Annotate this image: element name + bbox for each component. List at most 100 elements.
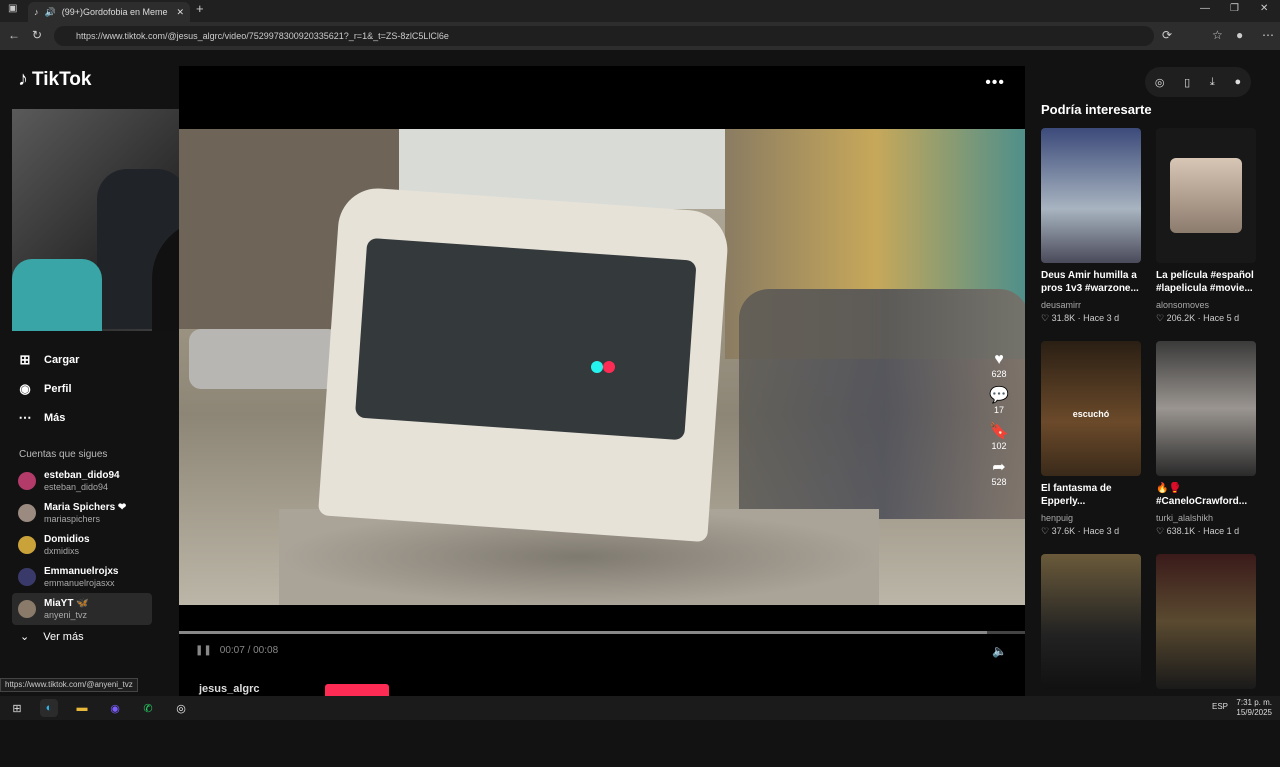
nav-upload[interactable]: ⊞ Cargar: [18, 345, 158, 374]
following-account[interactable]: Emmanuelrojxs emmanuelrojasxx: [12, 561, 152, 593]
recommendations-title: Podría interesarte: [1041, 102, 1152, 117]
side-nav: ⊞ Cargar ◉ Perfil ⋯ Más: [18, 345, 158, 432]
heart-icon: ♥: [994, 351, 1004, 368]
share-icon: ➦: [992, 459, 1006, 476]
rec-card[interactable]: [1156, 554, 1256, 767]
loading-indicator: [591, 361, 615, 373]
bookmark-icon: 🔖: [989, 423, 1009, 440]
heart-outline-icon: ♡: [1156, 526, 1165, 536]
rec-card[interactable]: 🔥🥊 #CaneloCrawford... turki_alalshikh ♡ …: [1156, 341, 1256, 554]
url-field[interactable]: https://www.tiktok.com/@jesus_algrc/vide…: [54, 26, 1154, 46]
minimize-icon[interactable]: —: [1200, 3, 1210, 14]
profile-avatar-icon: ◉: [19, 380, 31, 396]
url-text: https://www.tiktok.com/@jesus_algrc/vide…: [76, 31, 449, 41]
close-tab-icon[interactable]: ✕: [176, 7, 184, 18]
speaker-icon[interactable]: 🔊: [45, 7, 56, 18]
following-account[interactable]: Maria Spichers ❤ mariaspichers: [12, 497, 152, 529]
follow-button[interactable]: [325, 684, 389, 696]
windows-start-icon[interactable]: ⊞: [8, 699, 26, 717]
author-name: jesus_algrc: [199, 683, 260, 695]
plus-square-icon: ⊞: [19, 351, 31, 367]
see-more-button[interactable]: ⌄ Ver más: [20, 630, 84, 644]
recommendations-grid: Deus Amir humilla a pros 1v3 #warzone...…: [1041, 128, 1271, 767]
tab-title: (99+)Gordofobia en Meme: [61, 7, 168, 17]
favorites-icon[interactable]: ☆: [1212, 28, 1223, 42]
back-icon[interactable]: ←: [8, 28, 20, 42]
refresh-icon[interactable]: ↻: [32, 28, 42, 42]
following-account[interactable]: MiaYT 🦋 anyeni_tvz: [12, 593, 152, 625]
windows-taskbar: ⊞ ◐ ▬ ◉ ✆ ◎ ESP 7:31 p. m. 15/9/2025: [0, 696, 1280, 720]
nav-more[interactable]: ⋯ Más: [18, 403, 158, 432]
app-icon[interactable]: ◉: [106, 699, 124, 717]
rec-thumbnail: [1041, 554, 1141, 689]
video-player[interactable]: ••• ♥ 628 💬 17 🔖 102 ➦ 528 ❚❚ 00:07 / 00…: [179, 66, 1025, 696]
status-url: https://www.tiktok.com/@anyeni_tvz: [0, 678, 138, 692]
bookmark-button[interactable]: 🔖 102: [989, 423, 1009, 451]
action-bar: ♥ 628 💬 17 🔖 102 ➦ 528: [987, 351, 1011, 495]
more-dots-icon: ⋯: [18, 409, 32, 425]
time-display: 00:07 / 00:08: [219, 645, 279, 656]
download-icon[interactable]: ⤓: [1210, 76, 1215, 89]
like-button[interactable]: ♥ 628: [991, 351, 1006, 379]
tiktok-logo[interactable]: ♪ TikTok: [18, 68, 91, 91]
rec-thumbnail: [1156, 554, 1256, 689]
avatar: [18, 568, 36, 586]
rec-thumbnail: [1041, 128, 1141, 263]
system-clock[interactable]: 7:31 p. m. 15/9/2025: [1236, 698, 1272, 718]
pause-icon[interactable]: ❚❚: [195, 645, 212, 656]
explore-icon[interactable]: ◎: [1155, 76, 1165, 89]
nav-profile[interactable]: ◉ Perfil: [18, 374, 158, 403]
avatar: [18, 504, 36, 522]
profile-icon[interactable]: ●: [1236, 28, 1243, 42]
user-avatar[interactable]: ●: [1234, 76, 1241, 88]
rec-thumbnail: [1156, 128, 1256, 263]
progress-bar[interactable]: [179, 631, 1025, 634]
avatar: [18, 472, 36, 490]
whatsapp-icon[interactable]: ✆: [139, 699, 157, 717]
share-button[interactable]: ➦ 528: [991, 459, 1006, 487]
obs-icon[interactable]: ◎: [172, 699, 190, 717]
browser-tab-strip: ▣ ♪ 🔊 (99+)Gordofobia en Meme ✕ + — ❐ ✕: [0, 0, 1280, 22]
tiktok-favicon-icon: ♪: [34, 7, 39, 17]
video-frame[interactable]: [179, 129, 1025, 605]
tab-actions-icon[interactable]: ▣: [8, 3, 17, 14]
heart-outline-icon: ♡: [1041, 313, 1050, 323]
heart-outline-icon: ♡: [1041, 526, 1050, 536]
edge-icon[interactable]: ◐: [40, 699, 58, 717]
browser-tab[interactable]: ♪ 🔊 (99+)Gordofobia en Meme ✕: [28, 2, 190, 22]
tiktok-note-icon: ♪: [18, 68, 28, 90]
heart-outline-icon: ♡: [1156, 313, 1165, 323]
chevron-down-icon: ⌄: [20, 631, 30, 643]
comment-button[interactable]: 💬 17: [989, 387, 1009, 415]
rec-card[interactable]: La película #español #lapelicula #movie.…: [1156, 128, 1256, 341]
rec-card[interactable]: [1041, 554, 1141, 767]
file-explorer-icon[interactable]: ▬: [73, 699, 91, 717]
playback-controls: ❚❚ 00:07 / 00:08: [195, 645, 278, 656]
device-icon[interactable]: ▯: [1184, 76, 1190, 89]
tiktok-page: ♪ TikTok ⊞ Cargar ◉ Perfil ⋯ Más Cuentas…: [0, 50, 1280, 696]
volume-icon[interactable]: 🔈: [992, 644, 1007, 658]
more-options-icon[interactable]: •••: [985, 74, 1005, 92]
following-heading: Cuentas que sigues: [19, 449, 108, 460]
progress-fill: [179, 631, 987, 634]
following-account[interactable]: Domidios dxmidixs: [12, 529, 152, 561]
author-strip[interactable]: jesus_algrc: [199, 683, 260, 695]
rec-card[interactable]: escuchó El fantasma de Epperly... henpui…: [1041, 341, 1141, 554]
address-bar-row: ← ↻ https://www.tiktok.com/@jesus_algrc/…: [0, 22, 1280, 50]
menu-icon[interactable]: ⋯: [1262, 28, 1274, 42]
rec-thumbnail: [1156, 341, 1256, 476]
recommendations-panel: ◎ ▯ ⤓ ● Podría interesarte Deus Amir hum…: [1041, 50, 1280, 696]
rec-card[interactable]: Deus Amir humilla a pros 1v3 #warzone...…: [1041, 128, 1141, 341]
avatar: [18, 536, 36, 554]
extensions-icon[interactable]: ⟳: [1162, 28, 1172, 42]
following-account[interactable]: esteban_dido94 esteban_dido94: [12, 465, 152, 497]
new-tab-icon[interactable]: +: [196, 1, 204, 16]
language-indicator[interactable]: ESP: [1212, 702, 1228, 711]
top-toolbar: ◎ ▯ ⤓ ●: [1145, 67, 1251, 97]
avatar: [18, 600, 36, 618]
rec-thumbnail: escuchó: [1041, 341, 1141, 476]
following-list: esteban_dido94 esteban_dido94 Maria Spich…: [12, 465, 152, 625]
close-window-icon[interactable]: ✕: [1260, 3, 1268, 14]
restore-icon[interactable]: ❐: [1230, 3, 1239, 14]
comment-icon: 💬: [989, 387, 1009, 404]
